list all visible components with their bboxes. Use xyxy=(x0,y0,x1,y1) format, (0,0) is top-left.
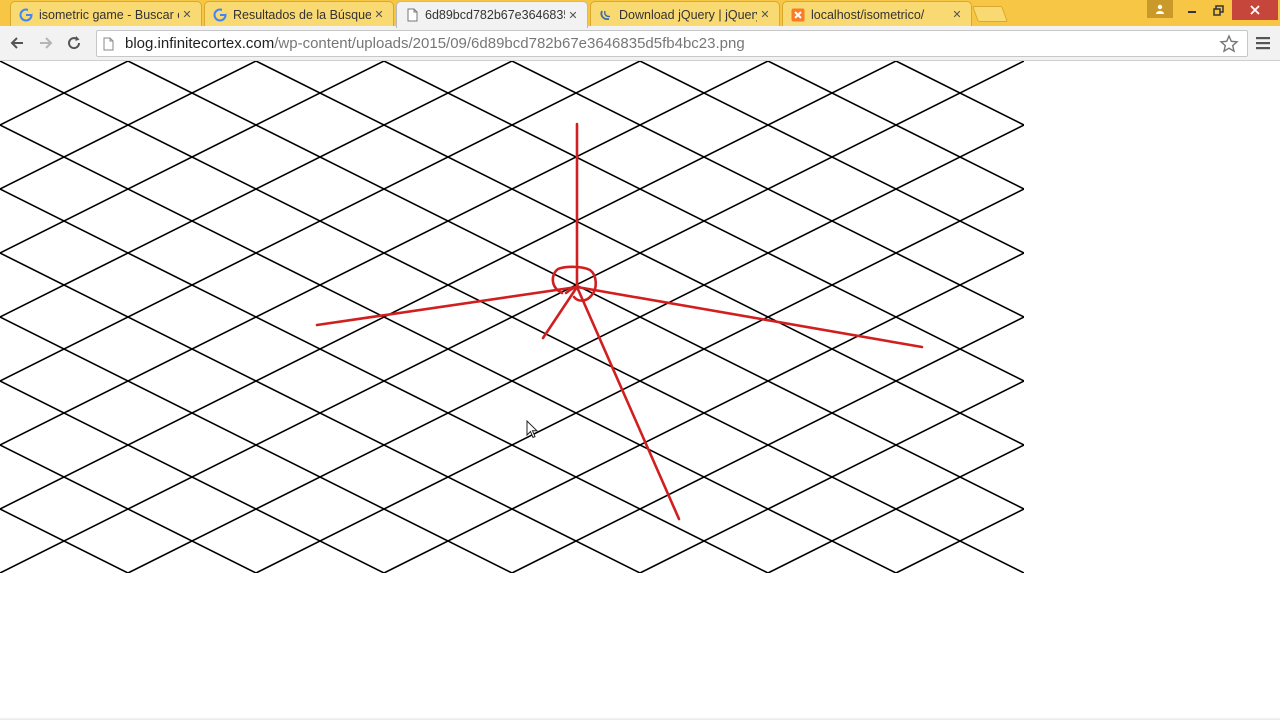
grid-line xyxy=(0,61,385,254)
google-g-icon xyxy=(213,8,227,22)
red-axes-sketch xyxy=(315,122,924,521)
tab-localhost[interactable]: localhost/isometrico/ ✕ xyxy=(782,1,972,27)
grid-line xyxy=(383,252,1024,573)
tab-image-active[interactable]: 6d89bcd782b67e3646835 ✕ xyxy=(396,1,588,28)
grid-line xyxy=(0,380,385,573)
mouse-pointer-icon xyxy=(526,419,539,440)
reload-icon[interactable] xyxy=(62,31,86,55)
back-arrow-icon[interactable] xyxy=(5,31,29,55)
browser-toolbar: blog.infinitecortex.com/wp-content/uploa… xyxy=(0,26,1280,61)
grid-line xyxy=(0,124,897,573)
tab-label: Resultados de la Búsqued xyxy=(233,7,371,22)
tab-label: isometric game - Buscar c xyxy=(39,7,179,22)
grid-line xyxy=(639,380,1024,573)
close-tab-icon[interactable]: ✕ xyxy=(565,9,581,22)
grid-line xyxy=(0,61,897,510)
grid-line xyxy=(895,61,1024,126)
address-bar[interactable]: blog.infinitecortex.com/wp-content/uploa… xyxy=(96,30,1248,57)
tab-label: 6d89bcd782b67e3646835 xyxy=(425,8,565,22)
isometric-grid-image xyxy=(0,61,1024,573)
tab-strip: isometric game - Buscar c ✕ Resultados d… xyxy=(0,0,1280,28)
grid-line xyxy=(383,61,1024,382)
chrome-menu-icon[interactable] xyxy=(1254,34,1272,52)
bookmark-star-icon[interactable] xyxy=(1219,34,1239,59)
tab-label: Download jQuery | jQuery xyxy=(619,7,757,22)
grid-line xyxy=(895,508,1024,573)
tab-label: localhost/isometrico/ xyxy=(811,7,925,22)
user-icon[interactable] xyxy=(1147,0,1173,18)
grid-line xyxy=(0,252,641,573)
xampp-icon xyxy=(791,8,805,22)
close-tab-icon[interactable]: ✕ xyxy=(757,8,773,21)
grid-line xyxy=(0,61,641,382)
url-host: blog.infinitecortex.com xyxy=(125,35,275,52)
close-icon[interactable] xyxy=(1232,0,1278,20)
tab-resultados[interactable]: Resultados de la Búsqued ✕ xyxy=(204,1,394,27)
grid-line xyxy=(0,508,129,573)
page-icon xyxy=(405,8,419,22)
jquery-icon xyxy=(599,8,613,22)
minimize-icon[interactable] xyxy=(1180,0,1204,20)
url-path: /wp-content/uploads/2015/09/6d89bcd782b6… xyxy=(274,35,745,52)
tab-isometric-search[interactable]: isometric game - Buscar c ✕ xyxy=(10,1,202,27)
google-g-icon xyxy=(19,8,33,22)
new-tab-button[interactable] xyxy=(972,6,1008,22)
restore-icon[interactable] xyxy=(1206,0,1230,20)
page-content xyxy=(0,61,1280,720)
page-icon xyxy=(103,37,117,51)
isometric-grid-lines xyxy=(0,61,1024,573)
close-tab-icon[interactable]: ✕ xyxy=(179,8,195,21)
grid-line xyxy=(639,61,1024,254)
tab-jquery[interactable]: Download jQuery | jQuery ✕ xyxy=(590,1,780,27)
close-tab-icon[interactable]: ✕ xyxy=(371,8,387,21)
grid-line xyxy=(0,61,129,126)
forward-arrow-icon[interactable] xyxy=(34,31,58,55)
url-text[interactable]: blog.infinitecortex.com/wp-content/uploa… xyxy=(125,35,745,52)
close-tab-icon[interactable]: ✕ xyxy=(949,8,965,21)
